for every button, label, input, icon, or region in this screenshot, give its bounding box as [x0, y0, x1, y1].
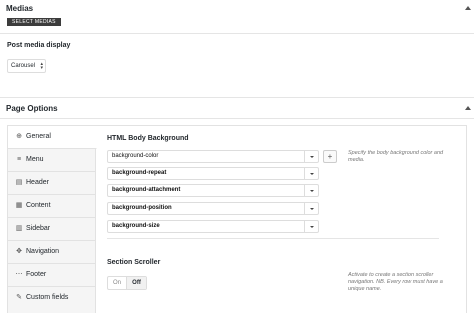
tab-label: Footer: [26, 271, 47, 278]
post-media-display-value: Carousel: [11, 63, 36, 69]
tab-content[interactable]: ▦ Content: [8, 195, 96, 218]
tab-label: Sidebar: [26, 225, 51, 232]
tab-label: Navigation: [26, 248, 60, 255]
tab-label: Custom fields: [26, 294, 69, 301]
html-body-background-help: Specify the body background color and me…: [348, 150, 444, 163]
medias-panel: Medias SELECT MEDIAS: [0, 0, 474, 34]
header-icon: ▤: [15, 179, 23, 186]
add-button[interactable]: +: [323, 150, 337, 163]
medias-title: Medias: [6, 4, 34, 13]
collapse-up-icon[interactable]: [465, 106, 471, 110]
general-tab-content: HTML Body Background background-color + …: [96, 125, 467, 313]
dropdown-caret-icon[interactable]: [304, 203, 318, 214]
tab-label: Menu: [26, 156, 44, 163]
tab-custom-fields[interactable]: ✎ Custom fields: [8, 287, 96, 310]
navigation-icon: ✥: [16, 248, 22, 255]
brush-icon: ✎: [16, 294, 22, 301]
background-color-field[interactable]: background-color: [107, 150, 319, 163]
select-updown-icon: ▴ ▾: [40, 61, 43, 71]
background-repeat-field[interactable]: background-repeat: [107, 167, 319, 180]
tab-label: General: [26, 133, 51, 140]
section-scroller-help: Activate to create a section scroller na…: [348, 272, 443, 292]
footer-icon: ⋯: [15, 271, 23, 278]
background-size-field[interactable]: background-size: [107, 220, 319, 233]
tab-menu[interactable]: ≡ Menu: [8, 149, 96, 172]
field-label: background-position: [112, 205, 172, 211]
page-options-title: Page Options: [6, 104, 58, 113]
tab-footer[interactable]: ⋯ Footer: [8, 264, 96, 287]
tab-sidebar[interactable]: ▥ Sidebar: [8, 218, 96, 241]
divider: [0, 118, 474, 119]
section-scroller-title: Section Scroller: [107, 259, 161, 266]
menu-icon: ≡: [16, 156, 22, 163]
tab-label: Content: [26, 202, 51, 209]
post-media-display-select[interactable]: Carousel ▴ ▾: [7, 59, 46, 73]
post-media-display-label: Post media display: [7, 42, 71, 49]
divider: [107, 238, 439, 239]
background-position-field[interactable]: background-position: [107, 202, 319, 215]
tab-navigation[interactable]: ✥ Navigation: [8, 241, 96, 264]
section-scroller-toggle[interactable]: On Off: [107, 276, 147, 290]
tab-general[interactable]: ⊕ General: [8, 126, 97, 149]
field-label: background-size: [112, 223, 160, 229]
collapse-up-icon[interactable]: [465, 6, 471, 10]
tab-label: Header: [26, 179, 49, 186]
dropdown-caret-icon[interactable]: [304, 151, 318, 162]
page-options-tabs: ⊕ General ≡ Menu ▤ Header ▦ Content ▥ Sidebar…: [7, 125, 97, 313]
page-options-panel: Page Options ⊕ General ≡ Menu ▤ Header ▦ Con…: [0, 97, 474, 313]
field-label: background-color: [112, 153, 159, 159]
globe-icon: ⊕: [16, 133, 22, 140]
dropdown-caret-icon[interactable]: [304, 221, 318, 232]
sidebar-icon: ▥: [15, 225, 23, 232]
html-body-background-title: HTML Body Background: [107, 135, 189, 142]
content-icon: ▦: [15, 202, 23, 209]
background-attachment-field[interactable]: background-attachment: [107, 184, 319, 197]
field-label: background-attachment: [112, 187, 181, 193]
toggle-on-option[interactable]: On: [108, 277, 127, 289]
select-medias-button[interactable]: SELECT MEDIAS: [7, 18, 61, 26]
toggle-off-option[interactable]: Off: [127, 277, 146, 289]
dropdown-caret-icon[interactable]: [304, 168, 318, 179]
field-label: background-repeat: [112, 170, 167, 176]
dropdown-caret-icon[interactable]: [304, 185, 318, 196]
tab-header[interactable]: ▤ Header: [8, 172, 96, 195]
